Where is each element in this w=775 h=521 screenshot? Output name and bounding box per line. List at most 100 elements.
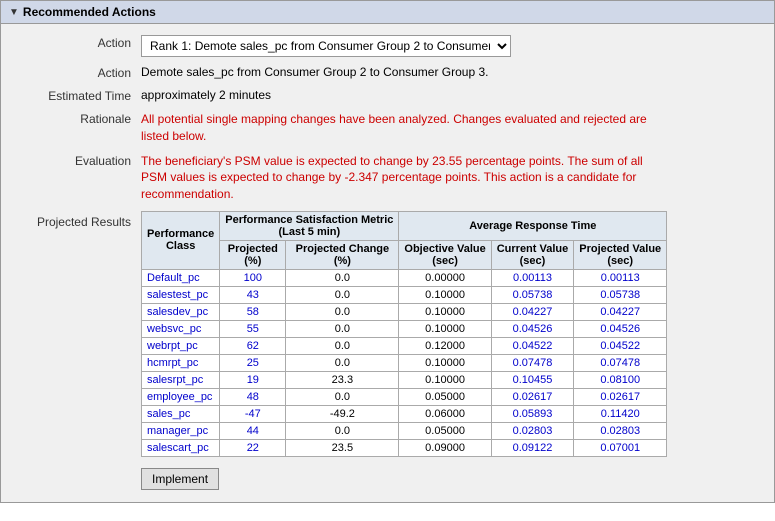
current-value-cell: 0.07478	[491, 354, 574, 371]
current-value-cell: 0.00113	[491, 269, 574, 286]
table-row: salestest_pc430.00.100000.057380.05738	[142, 286, 667, 303]
current-value-cell: 0.02803	[491, 422, 574, 439]
pc-name-cell[interactable]: salesrpt_pc	[142, 371, 220, 388]
current-value-cell: 0.02617	[491, 388, 574, 405]
objective-value-cell: 0.06000	[399, 405, 491, 422]
projected-change-cell: 0.0	[286, 354, 399, 371]
objective-value-cell: 0.10000	[399, 354, 491, 371]
pc-name-cell[interactable]: webrpt_pc	[142, 337, 220, 354]
projected-change-cell: 0.0	[286, 320, 399, 337]
current-value-cell: 0.04526	[491, 320, 574, 337]
pc-name-cell[interactable]: Default_pc	[142, 269, 220, 286]
projected-change-cell: 23.3	[286, 371, 399, 388]
rationale-label: Rationale	[1, 111, 141, 126]
table-row: salesdev_pc580.00.100000.042270.04227	[142, 303, 667, 320]
objective-value-cell: 0.10000	[399, 320, 491, 337]
projected-value-cell: 0.05738	[574, 286, 667, 303]
projected-value-cell: 0.04522	[574, 337, 667, 354]
projected-value-cell: 0.00113	[574, 269, 667, 286]
col-header-perf-class: PerformanceClass	[142, 211, 220, 269]
objective-value-cell: 0.10000	[399, 286, 491, 303]
projected-change-cell: 0.0	[286, 422, 399, 439]
pc-name-cell[interactable]: salescart_pc	[142, 439, 220, 456]
current-value-cell: 0.04522	[491, 337, 574, 354]
projected-pct-cell: 25	[220, 354, 286, 371]
projected-value-cell: 0.08100	[574, 371, 667, 388]
current-value-cell: 0.05738	[491, 286, 574, 303]
action-select[interactable]: Rank 1: Demote sales_pc from Consumer Gr…	[141, 35, 511, 57]
projected-pct-cell: 22	[220, 439, 286, 456]
table-row: Default_pc1000.00.000000.001130.00113	[142, 269, 667, 286]
action-dropdown-wrapper: Rank 1: Demote sales_pc from Consumer Gr…	[141, 35, 774, 57]
table-row: sales_pc-47-49.20.060000.058930.11420	[142, 405, 667, 422]
col-header-projected-change: Projected Change(%)	[286, 240, 399, 269]
evaluation-label: Evaluation	[1, 153, 141, 168]
col-header-current-value: Current Value(sec)	[491, 240, 574, 269]
projected-pct-cell: 100	[220, 269, 286, 286]
projected-pct-cell: 55	[220, 320, 286, 337]
table-row: salescart_pc2223.50.090000.091220.07001	[142, 439, 667, 456]
pc-name-cell[interactable]: websvc_pc	[142, 320, 220, 337]
projected-results-label: Projected Results	[1, 211, 141, 229]
col-header-art-group: Average Response Time	[399, 211, 667, 240]
current-value-cell: 0.04227	[491, 303, 574, 320]
objective-value-cell: 0.05000	[399, 422, 491, 439]
table-row: webrpt_pc620.00.120000.045220.04522	[142, 337, 667, 354]
pc-name-cell[interactable]: salesdev_pc	[142, 303, 220, 320]
projected-value-cell: 0.11420	[574, 405, 667, 422]
projected-change-cell: 0.0	[286, 388, 399, 405]
action-dropdown-row: Action Rank 1: Demote sales_pc from Cons…	[1, 32, 774, 60]
objective-value-cell: 0.12000	[399, 337, 491, 354]
implement-button[interactable]: Implement	[141, 468, 219, 490]
rationale-row: Rationale All potential single mapping c…	[1, 108, 774, 148]
col-header-projected-pct: Projected(%)	[220, 240, 286, 269]
rationale-value: All potential single mapping changes hav…	[141, 111, 661, 145]
col-header-psm-group: Performance Satisfaction Metric(Last 5 m…	[220, 211, 399, 240]
projected-value-cell: 0.07001	[574, 439, 667, 456]
estimated-time-row: Estimated Time approximately 2 minutes	[1, 85, 774, 106]
action-text-label: Action	[1, 65, 141, 80]
table-row: websvc_pc550.00.100000.045260.04526	[142, 320, 667, 337]
estimated-time-label: Estimated Time	[1, 88, 141, 103]
projected-pct-cell: 48	[220, 388, 286, 405]
projected-change-cell: 0.0	[286, 337, 399, 354]
objective-value-cell: 0.10000	[399, 303, 491, 320]
current-value-cell: 0.09122	[491, 439, 574, 456]
implement-row: Implement	[1, 460, 774, 494]
pc-name-cell[interactable]: salestest_pc	[142, 286, 220, 303]
projected-value-cell: 0.04526	[574, 320, 667, 337]
projected-results-table: PerformanceClass Performance Satisfactio…	[141, 211, 667, 457]
pc-name-cell[interactable]: employee_pc	[142, 388, 220, 405]
pc-name-cell[interactable]: sales_pc	[142, 405, 220, 422]
current-value-cell: 0.05893	[491, 405, 574, 422]
objective-value-cell: 0.09000	[399, 439, 491, 456]
projected-pct-cell: 44	[220, 422, 286, 439]
projected-change-cell: 0.0	[286, 269, 399, 286]
table-row: hcmrpt_pc250.00.100000.074780.07478	[142, 354, 667, 371]
projected-change-cell: 23.5	[286, 439, 399, 456]
collapse-icon[interactable]: ▼	[9, 7, 19, 18]
estimated-time-value: approximately 2 minutes	[141, 88, 774, 102]
panel-title: Recommended Actions	[23, 5, 156, 19]
table-row: salesrpt_pc1923.30.100000.104550.08100	[142, 371, 667, 388]
projected-pct-cell: -47	[220, 405, 286, 422]
objective-value-cell: 0.10000	[399, 371, 491, 388]
objective-value-cell: 0.00000	[399, 269, 491, 286]
table-row: manager_pc440.00.050000.028030.02803	[142, 422, 667, 439]
projected-results-section: Projected Results PerformanceClass Perfo…	[1, 208, 774, 460]
projected-pct-cell: 58	[220, 303, 286, 320]
pc-name-cell[interactable]: hcmrpt_pc	[142, 354, 220, 371]
pc-name-cell[interactable]: manager_pc	[142, 422, 220, 439]
projected-value-cell: 0.04227	[574, 303, 667, 320]
col-header-objective-value: Objective Value(sec)	[399, 240, 491, 269]
panel-header: ▼ Recommended Actions	[1, 1, 774, 24]
table-row: employee_pc480.00.050000.026170.02617	[142, 388, 667, 405]
objective-value-cell: 0.05000	[399, 388, 491, 405]
action-text-value: Demote sales_pc from Consumer Group 2 to…	[141, 65, 774, 79]
current-value-cell: 0.10455	[491, 371, 574, 388]
projected-change-cell: 0.0	[286, 286, 399, 303]
projected-value-cell: 0.02617	[574, 388, 667, 405]
recommended-actions-panel: ▼ Recommended Actions Action Rank 1: Dem…	[0, 0, 775, 503]
projected-change-cell: -49.2	[286, 405, 399, 422]
col-header-projected-value: Projected Value(sec)	[574, 240, 667, 269]
